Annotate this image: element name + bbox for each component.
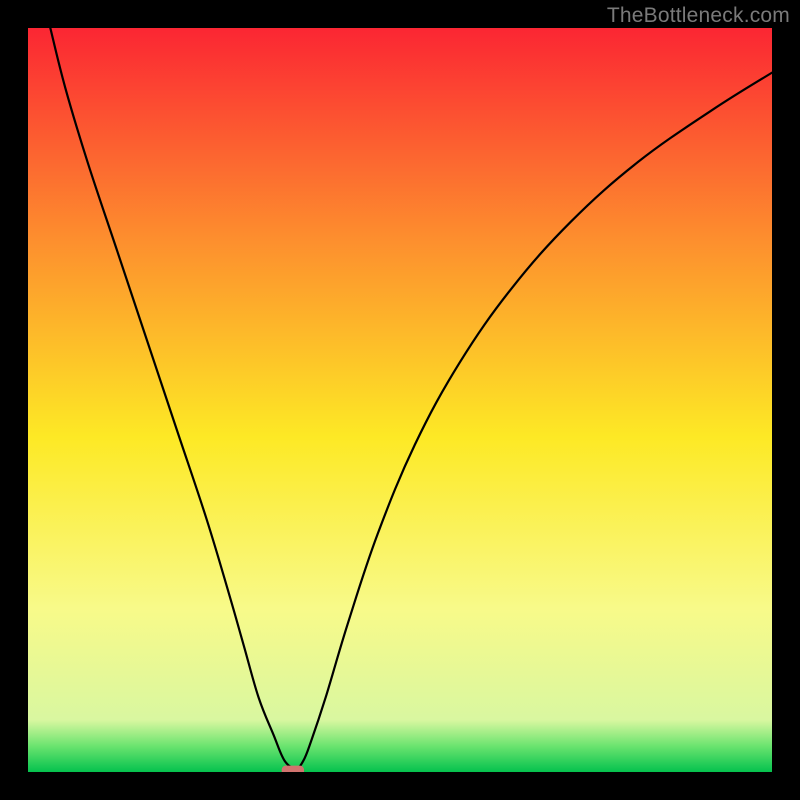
- chart-frame: [28, 28, 772, 772]
- optimal-marker: [282, 766, 304, 772]
- watermark-text: TheBottleneck.com: [607, 4, 790, 28]
- gradient-background: [28, 28, 772, 772]
- bottleneck-chart: [28, 28, 772, 772]
